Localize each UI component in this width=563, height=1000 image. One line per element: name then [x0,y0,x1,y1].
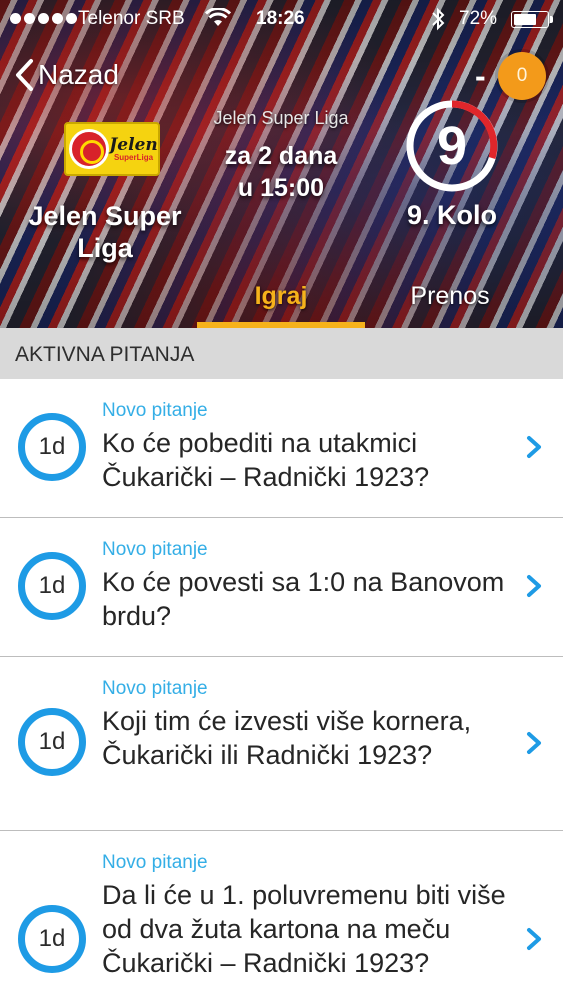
carrier-name: Telenor SRB [78,8,185,29]
chevron-left-icon [16,59,33,91]
round-number: 9 [437,116,467,176]
question-item[interactable]: 1d Novo pitanje Da li će u 1. poluvremen… [0,831,563,1000]
status-bar: Telenor SRB 18:26 72% [0,0,563,40]
question-tag: Novo pitanje [102,678,208,699]
question-tag: Novo pitanje [102,400,208,421]
tab-play-label: Igraj [254,282,308,310]
question-text: Koji tim će izvesti više kornera, Čukari… [102,706,472,770]
time-left: 1d [38,728,66,755]
section-title: AKTIVNA PITANJA [15,343,195,366]
round-label: 9. Kolo [406,200,497,230]
coin-count: 0 [516,65,528,86]
ball-icon [69,129,109,169]
league-name: Jelen Super Liga [28,201,182,263]
question-text: Ko će pobediti na utakmici Čukarički – R… [102,428,430,492]
competition-subtitle: Jelen Super Liga [213,108,349,128]
time-left-ring: 1d [18,905,86,973]
bluetooth-icon [430,6,446,38]
back-button[interactable]: Nazad [14,58,119,92]
signal-dots-icon [10,13,77,24]
questions-list: 1d Novo pitanje Ko će pobediti na utakmi… [0,379,563,1000]
clock: 18:26 [256,8,305,29]
tab-play[interactable]: Igraj [197,282,365,328]
time-left-ring: 1d [18,413,86,481]
chevron-right-icon [527,928,541,950]
time-left-ring: 1d [18,552,86,620]
kickoff-line-1: za 2 dana [224,142,338,170]
round-progress-ring: 9 [406,100,498,192]
question-tag: Novo pitanje [102,539,208,560]
time-left: 1d [38,572,66,599]
time-left-ring: 1d [18,708,86,776]
tab-broadcast-label: Prenos [410,282,490,310]
hero-header: Telenor SRB 18:26 72% Nazad - 0 Jelen Su… [0,0,563,328]
battery-percent: 72% [459,8,498,29]
chevron-right-icon [527,436,541,458]
question-text: Ko će povesti sa 1:0 na Banovom brdu? [102,567,505,631]
wifi-icon [204,7,232,34]
kickoff-time: za 2 dana u 15:00 [196,140,366,204]
league-logo: Jelen SuperLiga [64,122,160,176]
kickoff-line-2: u 15:00 [237,174,325,202]
time-left: 1d [38,925,66,952]
question-item[interactable]: 1d Novo pitanje Ko će pobediti na utakmi… [0,379,563,518]
coin-balance-badge[interactable]: 0 [498,52,546,100]
tab-broadcast[interactable]: Prenos [366,282,534,328]
question-text: Da li će u 1. poluvremenu biti više od d… [102,880,506,978]
logo-brand-text: Jelen [109,134,158,155]
question-tag: Novo pitanje [102,852,208,873]
time-left: 1d [38,433,66,460]
score-dash: - [475,58,486,94]
chevron-right-icon [527,732,541,754]
back-label: Nazad [38,59,119,90]
active-tab-indicator [197,322,365,328]
battery-icon [511,11,553,28]
chevron-right-icon [527,575,541,597]
question-item[interactable]: 1d Novo pitanje Ko će povesti sa 1:0 na … [0,518,563,657]
section-header: AKTIVNA PITANJA [0,328,563,379]
question-item[interactable]: 1d Novo pitanje Koji tim će izvesti više… [0,657,563,831]
logo-sub-text: SuperLiga [113,152,154,162]
